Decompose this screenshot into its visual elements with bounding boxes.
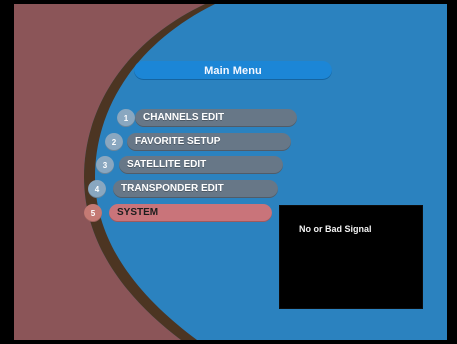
main-menu-title-bar: Main Menu bbox=[134, 61, 332, 80]
menu-number-2: 2 bbox=[105, 133, 123, 151]
menu-number-5: 5 bbox=[84, 204, 102, 222]
menu-number-1: 1 bbox=[117, 109, 135, 127]
menu-title: Main Menu bbox=[204, 64, 262, 77]
menu-label-satellite-edit: SATELLITE EDIT bbox=[119, 156, 283, 174]
menu-item-system[interactable]: 5 SYSTEM bbox=[84, 204, 272, 222]
menu-number-3: 3 bbox=[96, 156, 114, 174]
menu-item-transponder-edit[interactable]: 4 TRANSPONDER EDIT bbox=[88, 180, 278, 198]
menu-label-favorite-setup: FAVORITE SETUP bbox=[127, 133, 291, 151]
menu-item-favorite-setup[interactable]: 2 FAVORITE SETUP bbox=[105, 133, 291, 151]
menu-item-channels-edit[interactable]: 1 CHANNELS EDIT bbox=[117, 109, 297, 127]
video-preview-window: No or Bad Signal bbox=[279, 205, 423, 309]
menu-label-transponder-edit: TRANSPONDER EDIT bbox=[113, 180, 278, 198]
signal-status-text: No or Bad Signal bbox=[299, 224, 372, 234]
menu-label-system: SYSTEM bbox=[109, 204, 272, 222]
menu-number-4: 4 bbox=[88, 180, 106, 198]
menu-label-channels-edit: CHANNELS EDIT bbox=[135, 109, 297, 127]
menu-item-satellite-edit[interactable]: 3 SATELLITE EDIT bbox=[96, 156, 283, 174]
tv-menu-screen: Main Menu 1 CHANNELS EDIT 2 FAVORITE SET… bbox=[0, 0, 457, 344]
